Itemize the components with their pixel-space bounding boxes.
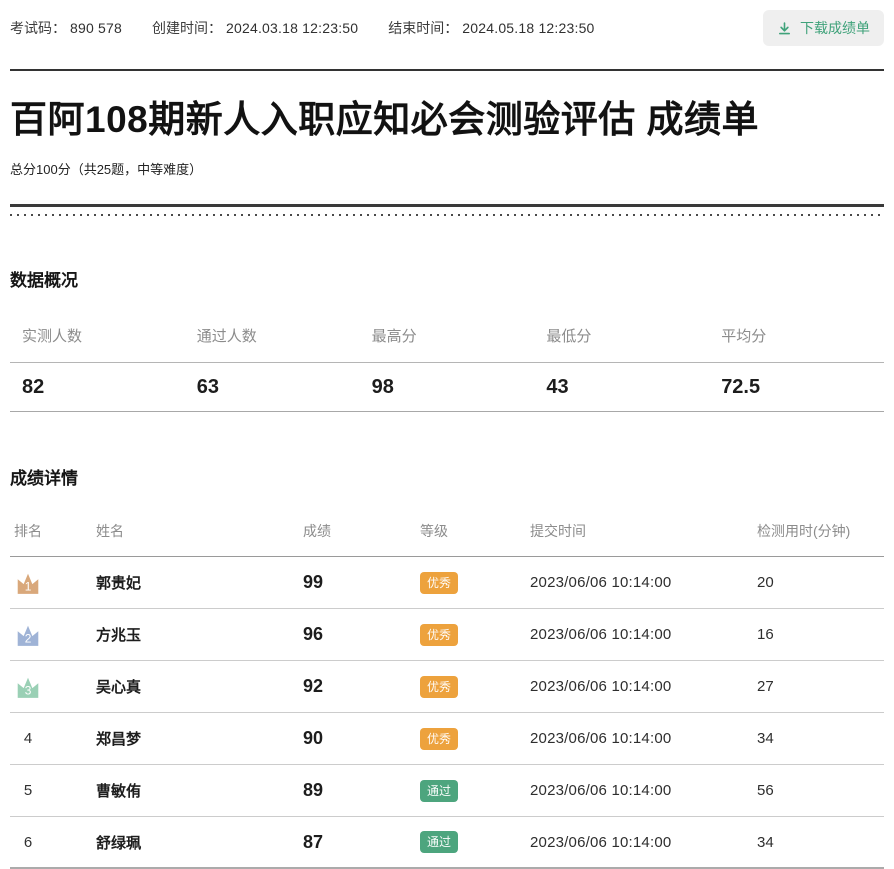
- rank-cell: 3: [10, 675, 96, 699]
- stats-divider-bottom: [10, 411, 884, 412]
- rank-cell: 2: [10, 623, 96, 647]
- submit-time: 2023/06/06 10:14:00: [530, 730, 757, 747]
- table-row: 6 舒绿珮 87 通过 2023/06/06 10:14:00 34: [10, 817, 884, 869]
- dotted-divider: [10, 214, 884, 216]
- grade-badge: 优秀: [420, 572, 458, 594]
- stat-label-lowest: 最低分: [534, 325, 709, 362]
- page-title: 百阿108期新人入职应知必会测验评估 成绩单: [10, 97, 884, 143]
- duration-minutes: 34: [757, 730, 884, 747]
- rank-number: 5: [24, 782, 32, 799]
- rank-cell: 1: [10, 571, 96, 595]
- svg-text:1: 1: [25, 579, 32, 593]
- column-header-duration: 检测用时(分钟): [757, 521, 884, 541]
- download-report-button[interactable]: 下载成绩单: [763, 10, 884, 46]
- details-section-title: 成绩详情: [10, 464, 884, 489]
- stat-label-tested: 实测人数: [10, 325, 185, 362]
- student-name: 郭贵妃: [96, 572, 303, 593]
- grade-badge: 通过: [420, 831, 458, 853]
- svg-text:3: 3: [25, 683, 32, 697]
- duration-minutes: 20: [757, 574, 884, 591]
- column-header-time: 提交时间: [530, 521, 757, 541]
- duration-minutes: 56: [757, 782, 884, 799]
- rank-cell: 5: [10, 782, 96, 799]
- details-section: 成绩详情 排名 姓名 成绩 等级 提交时间 检测用时(分钟) 1 郭贵妃: [10, 464, 884, 869]
- rank-number: 6: [24, 834, 32, 851]
- stats-value-row: 82 63 98 43 72.5: [10, 363, 884, 411]
- stat-value-tested: 82: [10, 376, 185, 399]
- stats-header-row: 实测人数 通过人数 最高分 最低分 平均分: [10, 325, 884, 362]
- overview-section-title: 数据概况: [10, 266, 884, 291]
- stat-value-lowest: 43: [534, 376, 709, 399]
- top-meta-bar: 考试码： 890 578 创建时间： 2024.03.18 12:23:50 结…: [10, 0, 884, 56]
- exam-code: 考试码： 890 578: [10, 18, 122, 38]
- submit-time: 2023/06/06 10:14:00: [530, 834, 757, 851]
- student-name: 方兆玉: [96, 624, 303, 645]
- table-row: 3 吴心真 92 优秀 2023/06/06 10:14:00 27: [10, 661, 884, 713]
- score-value: 90: [303, 728, 420, 749]
- score-value: 89: [303, 780, 420, 801]
- student-name: 曹敏侑: [96, 780, 303, 801]
- submit-time: 2023/06/06 10:14:00: [530, 626, 757, 643]
- bronze-crown-icon: 3: [15, 675, 41, 699]
- student-name: 吴心真: [96, 676, 303, 697]
- created-time-value: 2024.03.18 12:23:50: [226, 20, 358, 36]
- exam-code-label: 考试码：: [10, 18, 66, 38]
- overview-section: 数据概况 实测人数 通过人数 最高分 最低分 平均分 82 63 98 43 7…: [10, 266, 884, 412]
- column-header-rank: 排名: [10, 521, 96, 541]
- table-body: 1 郭贵妃 99 优秀 2023/06/06 10:14:00 20 2: [10, 557, 884, 869]
- stat-label-average: 平均分: [709, 325, 884, 362]
- rank-number: 4: [24, 730, 32, 747]
- student-name: 舒绿珮: [96, 832, 303, 853]
- end-time-value: 2024.05.18 12:23:50: [462, 20, 594, 36]
- submit-time: 2023/06/06 10:14:00: [530, 574, 757, 591]
- column-header-name: 姓名: [96, 521, 303, 541]
- solid-divider: [10, 204, 884, 207]
- grade-badge: 优秀: [420, 676, 458, 698]
- silver-crown-icon: 2: [15, 623, 41, 647]
- score-value: 96: [303, 624, 420, 645]
- page-subtitle: 总分100分（共25题，中等难度）: [10, 159, 884, 178]
- stat-value-passed: 63: [185, 376, 360, 399]
- stat-label-passed: 通过人数: [185, 325, 360, 362]
- table-row: 2 方兆玉 96 优秀 2023/06/06 10:14:00 16: [10, 609, 884, 661]
- column-header-score: 成绩: [303, 521, 420, 541]
- end-time-label: 结束时间：: [388, 18, 458, 38]
- grade-badge: 优秀: [420, 624, 458, 646]
- score-value: 87: [303, 832, 420, 853]
- exam-code-value: 890 578: [70, 20, 122, 36]
- created-time: 创建时间： 2024.03.18 12:23:50: [152, 18, 358, 38]
- submit-time: 2023/06/06 10:14:00: [530, 782, 757, 799]
- created-time-label: 创建时间：: [152, 18, 222, 38]
- stat-value-average: 72.5: [709, 376, 884, 399]
- gold-crown-icon: 1: [15, 571, 41, 595]
- stat-label-highest: 最高分: [360, 325, 535, 362]
- table-header-row: 排名 姓名 成绩 等级 提交时间 检测用时(分钟): [10, 521, 884, 557]
- duration-minutes: 16: [757, 626, 884, 643]
- score-value: 92: [303, 676, 420, 697]
- student-name: 郑昌梦: [96, 728, 303, 749]
- duration-minutes: 27: [757, 678, 884, 695]
- table-row: 4 郑昌梦 90 优秀 2023/06/06 10:14:00 34: [10, 713, 884, 765]
- grade-badge: 通过: [420, 780, 458, 802]
- table-row: 5 曹敏侑 89 通过 2023/06/06 10:14:00 56: [10, 765, 884, 817]
- score-value: 99: [303, 572, 420, 593]
- column-header-grade: 等级: [420, 521, 530, 541]
- rank-cell: 4: [10, 730, 96, 747]
- duration-minutes: 34: [757, 834, 884, 851]
- submit-time: 2023/06/06 10:14:00: [530, 678, 757, 695]
- stat-value-highest: 98: [360, 376, 535, 399]
- end-time: 结束时间： 2024.05.18 12:23:50: [388, 18, 594, 38]
- grade-badge: 优秀: [420, 728, 458, 750]
- table-row: 1 郭贵妃 99 优秀 2023/06/06 10:14:00 20: [10, 557, 884, 609]
- title-divider: [10, 204, 884, 216]
- score-report-page: 考试码： 890 578 创建时间： 2024.03.18 12:23:50 结…: [0, 0, 894, 869]
- download-button-label: 下载成绩单: [800, 18, 870, 38]
- download-icon: [777, 21, 792, 36]
- rank-cell: 6: [10, 834, 96, 851]
- top-divider: [10, 69, 884, 71]
- svg-text:2: 2: [25, 631, 32, 645]
